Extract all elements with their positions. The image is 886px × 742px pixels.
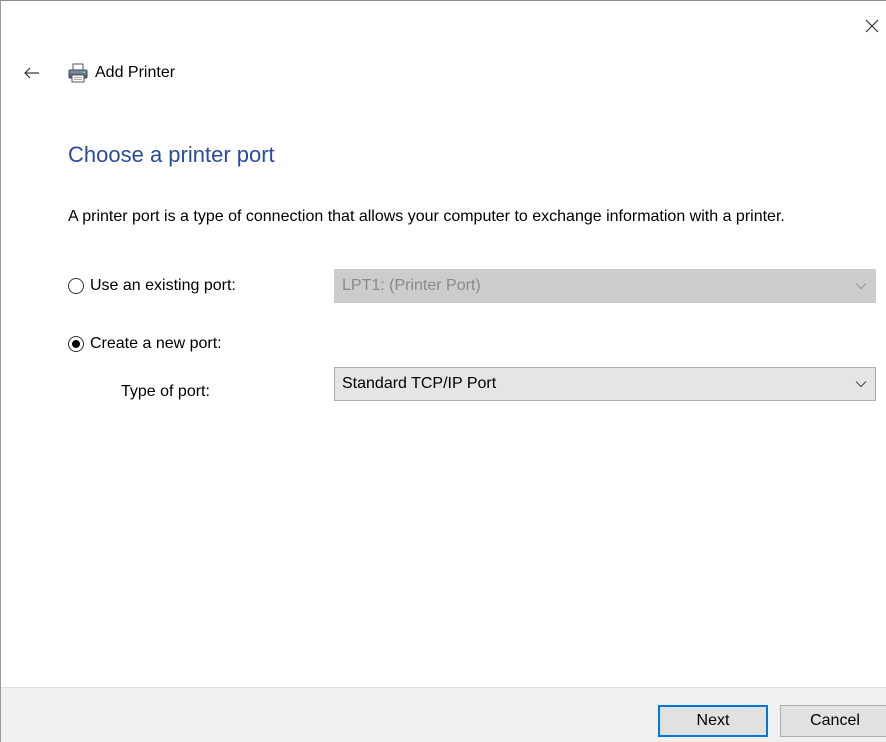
next-button[interactable]: Next [658,705,768,737]
dialog-footer: Next Cancel [1,687,886,742]
back-arrow-icon [24,67,39,79]
printer-icon [68,63,88,83]
existing-port-label: Use an existing port: [90,277,236,294]
existing-port-select[interactable]: LPT1: (Printer Port) [334,269,876,303]
chevron-down-icon [855,381,867,388]
close-icon [865,19,879,33]
page-description: A printer port is a type of connection t… [68,208,785,225]
chevron-down-icon [855,283,867,290]
port-type-value: Standard TCP/IP Port [342,375,497,392]
title-bar: Add Printer [67,60,175,86]
add-printer-window: Add Printer Choose a printer port A prin… [0,0,886,742]
existing-port-option[interactable]: Use an existing port: [68,277,236,295]
window-top-border [1,0,886,1]
port-type-select[interactable]: Standard TCP/IP Port [334,367,876,401]
cancel-button[interactable]: Cancel [780,705,886,737]
back-button[interactable] [19,62,45,84]
page-heading: Choose a printer port [68,142,275,167]
new-port-radio[interactable] [68,336,84,352]
existing-port-radio[interactable] [68,278,84,294]
window-title: Add Printer [95,64,176,81]
type-of-port-label: Type of port: [121,383,210,400]
new-port-option[interactable]: Create a new port: [68,335,222,353]
new-port-label: Create a new port: [90,335,222,352]
close-button[interactable] [858,14,886,38]
existing-port-value: LPT1: (Printer Port) [342,277,481,294]
